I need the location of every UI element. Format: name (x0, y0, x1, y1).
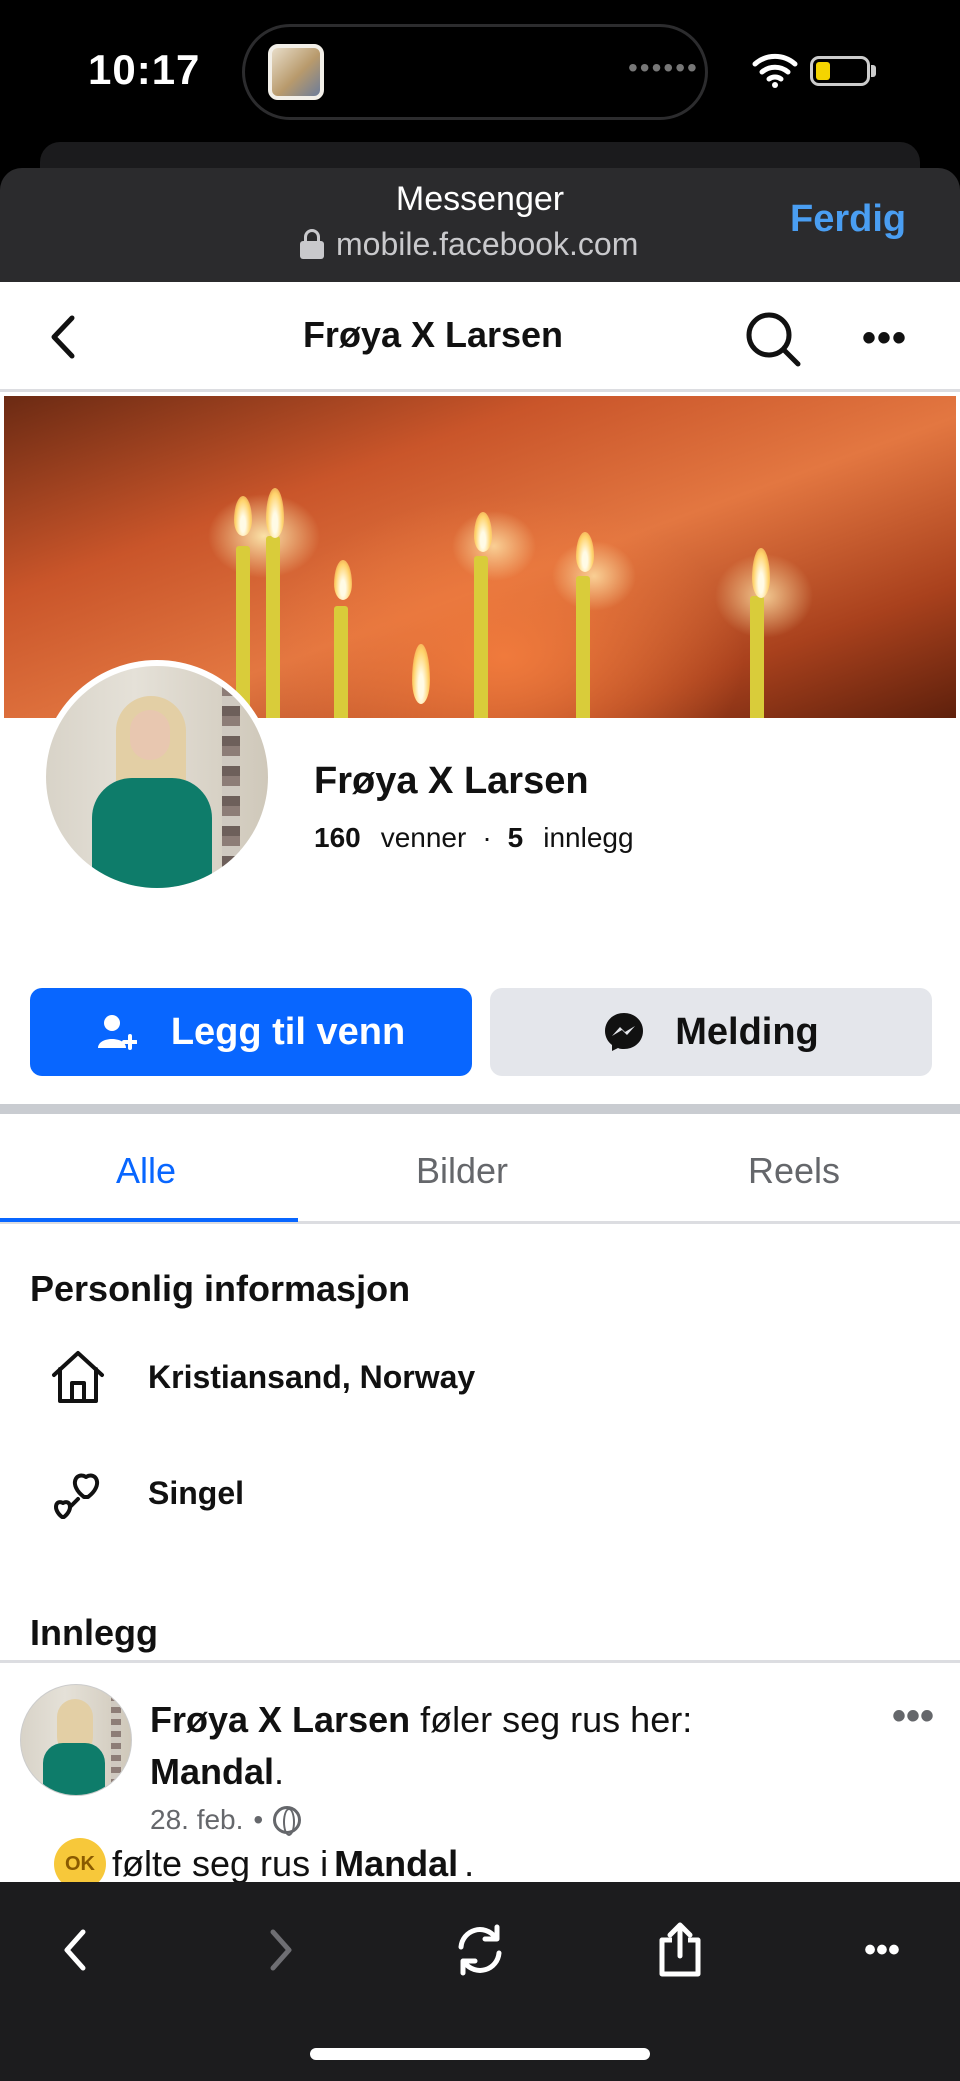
friends-count: 160 (314, 822, 361, 853)
profile-avatar[interactable] (46, 666, 268, 888)
active-tab-indicator (0, 1218, 298, 1222)
chevron-right-icon (270, 1929, 292, 1971)
section-divider (0, 1104, 960, 1114)
search-icon[interactable] (742, 308, 804, 370)
share-button[interactable] (640, 1910, 720, 1990)
done-button[interactable]: Ferdig (790, 198, 906, 241)
reload-button[interactable] (440, 1910, 520, 1990)
feeling-place[interactable]: Mandal (334, 1843, 458, 1882)
add-friend-button[interactable]: Legg til venn (30, 988, 472, 1076)
globe-icon (273, 1806, 302, 1836)
post-date[interactable]: 28. feb. (150, 1804, 243, 1836)
profile-name: Frøya X Larsen (314, 760, 589, 802)
post-place-suffix: . (274, 1751, 285, 1792)
reload-icon (458, 1924, 502, 1976)
hearts-icon (54, 1473, 100, 1519)
posts-count: 5 (507, 822, 524, 853)
battery-cap (871, 65, 876, 77)
location-text: Kristiansand, Norway (148, 1358, 476, 1395)
feeling-suffix: . (464, 1843, 475, 1882)
tab-bilder[interactable]: Bilder (416, 1150, 508, 1192)
info-row-relationship: Singel (48, 1458, 244, 1528)
post-meta-separator: • (253, 1804, 264, 1835)
stats-separator: · (482, 822, 492, 853)
post-author-name[interactable]: Frøya X Larsen (150, 1699, 410, 1740)
relationship-text: Singel (148, 1474, 245, 1511)
post-meta: 28. feb. • (150, 1804, 302, 1836)
island-dots-icon: •••••• (628, 52, 699, 83)
ok-emoji-icon: OK (54, 1838, 106, 1882)
wifi-icon (752, 53, 798, 88)
browser-more-icon[interactable]: ••• (842, 1910, 922, 1990)
post-place[interactable]: Mandal (150, 1751, 274, 1792)
home-icon (52, 1351, 104, 1403)
nav-title: Frøya X Larsen (302, 314, 564, 355)
add-person-icon (97, 1015, 137, 1050)
friends-label[interactable]: venner (381, 822, 467, 854)
share-icon (659, 1922, 701, 1977)
lock-icon (300, 229, 324, 259)
post-more-icon[interactable]: ••• (892, 1694, 934, 1739)
feeling-text: følte seg rus i (112, 1843, 329, 1882)
chevron-left-icon (64, 1929, 86, 1971)
status-time: 10:17 (88, 46, 201, 93)
posts-section-title: Innlegg (30, 1612, 158, 1653)
post-feeling: OK følte seg rus i Mandal. (54, 1838, 474, 1882)
profile-stats: 160 venner · 5 innlegg (314, 822, 634, 854)
post-header: Frøya X Larsen føler seg rus her: Mandal. (150, 1694, 870, 1798)
browser-url[interactable]: mobile.facebook.com (300, 222, 680, 266)
browser-forward-button[interactable] (240, 1910, 320, 1990)
post-action-text: føler seg rus her: (410, 1699, 693, 1740)
battery-icon (810, 56, 870, 86)
url-text: mobile.facebook.com (336, 225, 639, 262)
home-indicator[interactable] (310, 2048, 650, 2060)
more-options-icon[interactable]: ••• (862, 316, 907, 361)
messenger-icon (605, 1013, 644, 1051)
add-friend-label: Legg til venn (170, 1010, 406, 1053)
posts-label: innlegg (543, 822, 634, 853)
message-label: Melding (675, 1010, 819, 1053)
message-button[interactable]: Melding (490, 988, 932, 1076)
tab-reels[interactable]: Reels (748, 1150, 840, 1192)
web-page: Frøya X Larsen ••• Frøya X Larsen 160 ve… (0, 282, 960, 1882)
personal-info-title: Personlig informasjon (30, 1268, 411, 1309)
posts-divider (0, 1660, 960, 1663)
browser-back-button[interactable] (36, 1910, 116, 1990)
profile-tabs: Alle Bilder Reels (0, 1114, 960, 1224)
info-row-location: Kristiansand, Norway (48, 1342, 475, 1412)
post-author-avatar[interactable] (20, 1684, 132, 1796)
now-playing-thumbnail[interactable] (268, 44, 324, 100)
tab-alle[interactable]: Alle (116, 1150, 176, 1192)
